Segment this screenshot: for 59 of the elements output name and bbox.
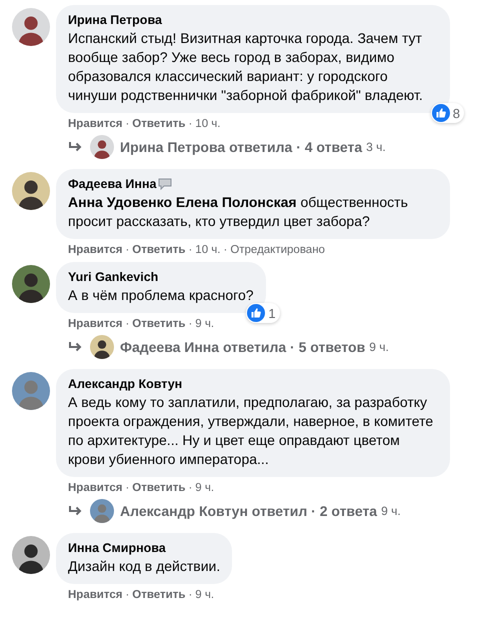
timestamp[interactable]: 9 ч. <box>195 482 214 494</box>
reaction-number: 8 <box>452 106 460 120</box>
separator-dot: · <box>125 118 130 130</box>
separator-dot: · <box>188 118 192 130</box>
timestamp[interactable]: 10 ч. <box>195 118 220 130</box>
like-link[interactable]: Нравится <box>68 589 122 601</box>
author-name[interactable]: Инна Смирнова <box>68 541 166 555</box>
separator-dot: · <box>125 318 130 330</box>
reply-link[interactable]: Ответить <box>132 589 186 601</box>
author-name[interactable]: Фадеева Инна <box>68 177 156 191</box>
comment-text: А в чём проблема красного? <box>68 286 254 305</box>
author-name[interactable]: Александр Ковтун <box>68 377 182 391</box>
replies-link[interactable]: Ирина Петрова ответила · 4 ответа <box>120 139 362 155</box>
separator-dot: · <box>125 482 130 494</box>
reaction-count[interactable]: 8 <box>430 103 464 123</box>
comment-text: Дизайн код в действии. <box>68 557 220 576</box>
timestamp: 3 ч. <box>366 140 386 154</box>
timestamp[interactable]: 9 ч. <box>195 318 214 330</box>
reply-arrow-icon <box>68 141 84 153</box>
separator-dot: · <box>188 482 192 494</box>
avatar[interactable] <box>12 536 50 574</box>
reaction-count[interactable]: 1 <box>246 303 280 323</box>
reply-link[interactable]: Ответить <box>132 244 186 256</box>
reply-link[interactable]: Ответить <box>132 118 186 130</box>
separator-dot: · <box>125 244 130 256</box>
comment-text: А ведь кому то заплатили, предполагаю, за разработку проекта ограждения, утверждали, наверное, в комитете по архитектуре... Ну и цвет еще оправдают цветом крови убиенного императора... <box>68 393 434 469</box>
thumbs-up-icon <box>247 304 266 322</box>
timestamp: 9 ч. <box>381 504 401 518</box>
avatar <box>90 135 114 159</box>
separator-dot: · <box>188 318 192 330</box>
author-name[interactable]: Yuri Gankevich <box>68 270 158 284</box>
avatar <box>90 499 114 523</box>
edited-label: Отредактировано <box>230 244 325 256</box>
timestamp[interactable]: 9 ч. <box>195 589 214 601</box>
like-link[interactable]: Нравится <box>68 118 122 130</box>
separator-dot: · <box>223 244 228 256</box>
reply-arrow-icon <box>68 341 84 353</box>
comment-text: Испанский стыд! Визитная карточка города. Зачем тут вообще забор? Уже весь город в заборах, видимо образовался классический вариант: у городского чинуши родственнички "заборной фабрикой" владеют. <box>68 29 424 105</box>
author-name[interactable]: Ирина Петрова <box>68 13 162 27</box>
like-link[interactable]: Нравится <box>68 482 122 494</box>
replies-link[interactable]: Александр Ковтун ответил · 2 ответа <box>120 503 378 519</box>
timestamp: 9 ч. <box>369 340 389 354</box>
comment-text: Анна Удовенко Елена Полонская общественность просит рассказать, кто утвердил цвет забора? <box>68 193 409 231</box>
reply-arrow-icon <box>68 505 84 517</box>
timestamp[interactable]: 10 ч. <box>195 244 220 256</box>
separator-dot: · <box>188 244 192 256</box>
reaction-number: 1 <box>268 306 276 320</box>
like-link[interactable]: Нравится <box>68 244 122 256</box>
like-link[interactable]: Нравится <box>68 318 122 330</box>
avatar[interactable] <box>12 172 50 210</box>
avatar <box>90 335 114 359</box>
thumbs-up-icon <box>432 104 450 122</box>
avatar[interactable] <box>12 265 50 303</box>
separator-dot: · <box>125 589 130 601</box>
reply-link[interactable]: Ответить <box>132 318 186 330</box>
avatar[interactable] <box>12 8 50 46</box>
replies-link[interactable]: Фадеева Инна ответила · 5 ответов <box>120 339 366 355</box>
reply-link[interactable]: Ответить <box>132 482 186 494</box>
separator-dot: · <box>188 589 192 601</box>
